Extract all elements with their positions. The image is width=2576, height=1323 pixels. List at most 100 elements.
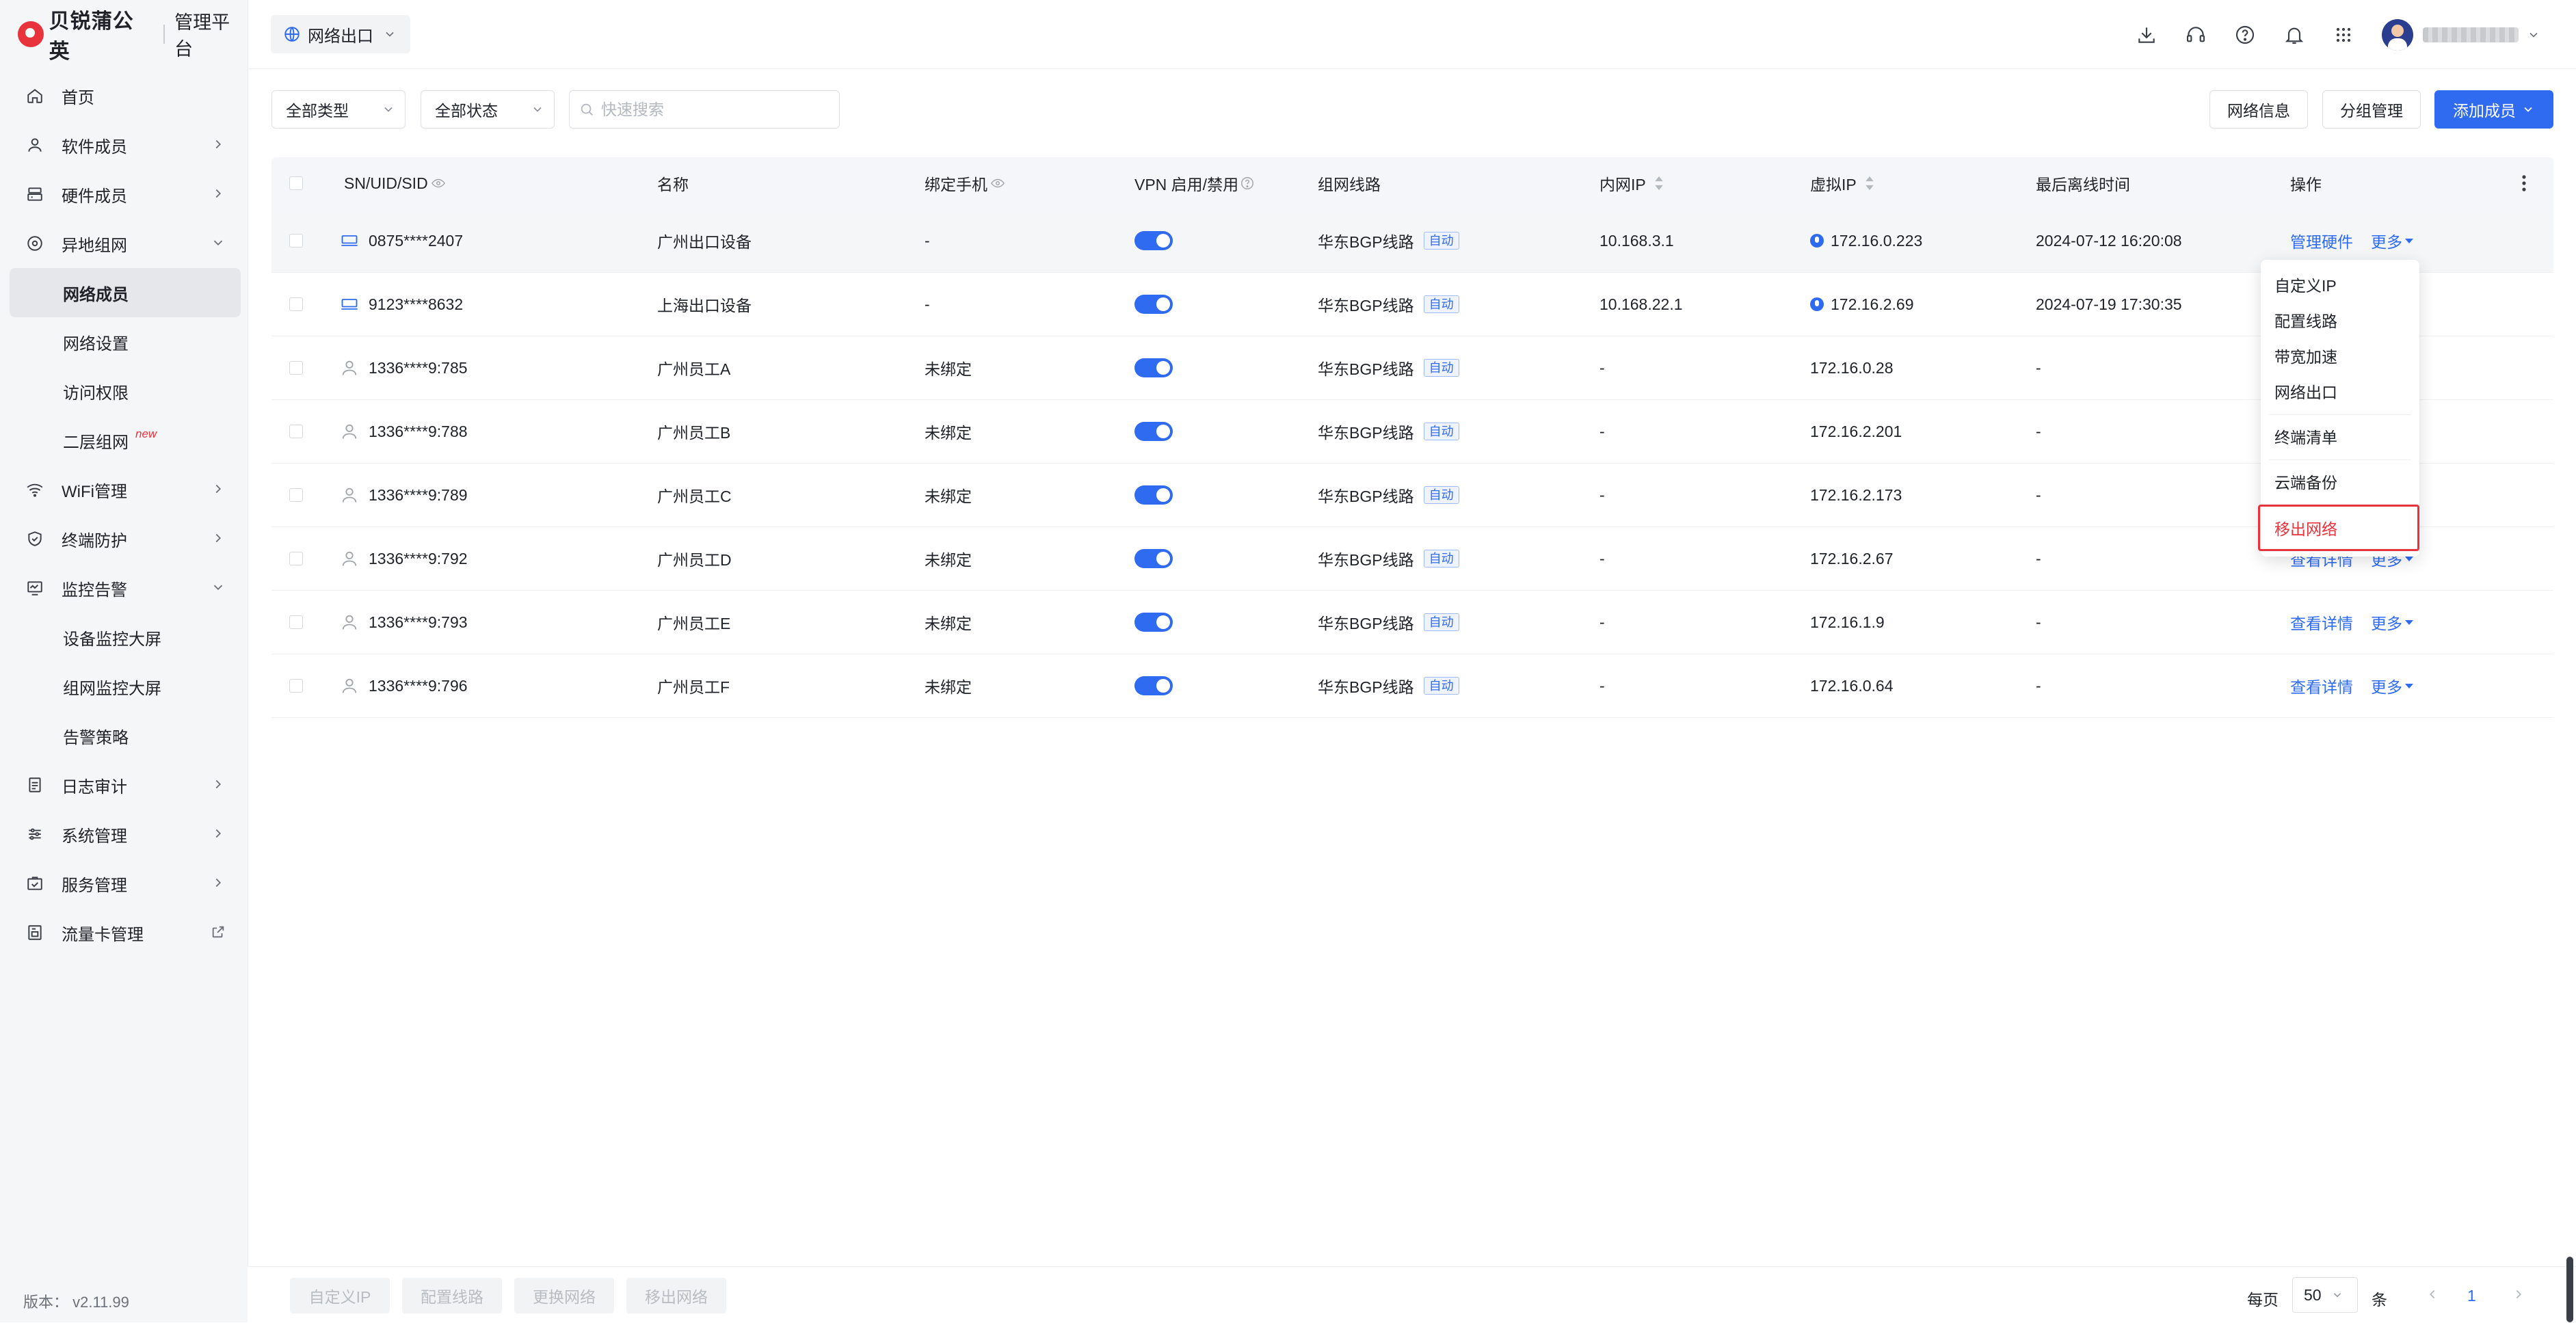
help-icon[interactable] bbox=[2231, 21, 2259, 49]
sidebar-item-monitoring[interactable]: 监控告警 bbox=[10, 563, 241, 613]
header-lan-ip[interactable]: 内网IP bbox=[1599, 157, 1665, 209]
route-name: 华东BGP线路 bbox=[1318, 678, 1414, 696]
group-manage-button[interactable]: 分组管理 bbox=[2322, 90, 2421, 129]
table-row[interactable]: 9123****8632 上海出口设备 - 华东BGP线路 自动 10.168.22.1 1… bbox=[271, 273, 2553, 336]
page-size-value: 50 bbox=[2304, 1285, 2322, 1304]
current-page-number[interactable]: 1 bbox=[2467, 1287, 2476, 1305]
menu-item-network-exit[interactable]: 网络出口 bbox=[2261, 373, 2419, 409]
chevron-down-icon[interactable] bbox=[2527, 28, 2540, 42]
row-primary-action-link[interactable]: 查看详情 bbox=[2290, 611, 2353, 634]
table-row[interactable]: 1336****9:796 广州员工F 未绑定 华东BGP线路 自动 - 172.16.0.… bbox=[271, 654, 2553, 718]
eye-icon[interactable] bbox=[990, 176, 1005, 191]
sort-icon[interactable] bbox=[1863, 174, 1876, 192]
row-primary-action-link[interactable]: 查看详情 bbox=[2290, 674, 2353, 697]
sidebar-item-wifi[interactable]: WiFi管理 bbox=[10, 465, 241, 514]
search-input[interactable] bbox=[600, 99, 828, 120]
vpn-toggle[interactable] bbox=[1134, 422, 1173, 441]
row-more-button[interactable]: 更多 bbox=[2371, 611, 2413, 634]
sidebar-item-layer2-network[interactable]: 二层组网 new bbox=[10, 416, 241, 465]
sidebar-item-access-permissions[interactable]: 访问权限 bbox=[10, 366, 241, 416]
batch-configure-route-button[interactable]: 配置线路 bbox=[402, 1278, 502, 1313]
menu-item-bandwidth-boost[interactable]: 带宽加速 bbox=[2261, 338, 2419, 373]
row-checkbox[interactable] bbox=[289, 400, 303, 463]
sidebar-item-network-monitor-screen[interactable]: 组网监控大屏 bbox=[10, 662, 241, 711]
row-checkbox[interactable] bbox=[289, 336, 303, 399]
vpn-toggle[interactable] bbox=[1134, 613, 1173, 632]
batch-remove-network-button[interactable]: 移出网络 bbox=[626, 1278, 726, 1313]
vpn-toggle[interactable] bbox=[1134, 358, 1173, 377]
menu-item-configure-route[interactable]: 配置线路 bbox=[2261, 302, 2419, 338]
table-row[interactable]: 0875****2407 广州出口设备 - 华东BGP线路 自动 10.168.3.1 17… bbox=[271, 209, 2553, 273]
sidebar-item-sim-card-management[interactable]: 流量卡管理 bbox=[10, 908, 241, 957]
vpn-toggle[interactable] bbox=[1134, 676, 1173, 695]
add-member-button[interactable]: 添加成员 bbox=[2434, 90, 2553, 129]
row-primary-action-link[interactable]: 管理硬件 bbox=[2290, 229, 2353, 252]
type-filter-select[interactable]: 全部类型 bbox=[271, 90, 406, 129]
sidebar-item-device-monitor-screen[interactable]: 设备监控大屏 bbox=[10, 613, 241, 662]
sidebar-item-alert-policy[interactable]: 告警策略 bbox=[10, 711, 241, 760]
table-row[interactable]: 1336****9:792 广州员工D 未绑定 华东BGP线路 自动 - 172.16.2.… bbox=[271, 527, 2553, 591]
vpn-toggle[interactable] bbox=[1134, 549, 1173, 568]
sidebar-item-software-members[interactable]: 软件成员 bbox=[10, 120, 241, 170]
help-icon[interactable] bbox=[1240, 176, 1255, 191]
table-row[interactable]: 1336****9:793 广州员工E 未绑定 华东BGP线路 自动 - 172.16.1.… bbox=[271, 591, 2553, 654]
column-settings-icon[interactable] bbox=[2521, 157, 2527, 209]
sidebar-item-label: 组网监控大屏 bbox=[63, 679, 161, 698]
eye-icon[interactable] bbox=[431, 176, 446, 191]
sidebar-item-endpoint-protection[interactable]: 终端防护 bbox=[10, 514, 241, 563]
row-more-button[interactable]: 更多 bbox=[2371, 229, 2413, 252]
scrollbar-thumb[interactable] bbox=[2566, 1257, 2573, 1322]
sidebar-item-system-management[interactable]: 系统管理 bbox=[10, 810, 241, 859]
status-filter-select[interactable]: 全部状态 bbox=[421, 90, 555, 129]
row-checkbox[interactable] bbox=[289, 273, 303, 336]
table-row[interactable]: 1336****9:788 广州员工B 未绑定 华东BGP线路 自动 - 172.16.2.… bbox=[271, 400, 2553, 464]
member-name: 广州员工F bbox=[657, 678, 730, 696]
sidebar-item-home[interactable]: 首页 bbox=[10, 71, 241, 120]
sidebar-item-remote-network[interactable]: 异地组网 bbox=[10, 219, 241, 268]
avatar[interactable] bbox=[2382, 19, 2413, 51]
sidebar-item-log-audit[interactable]: 日志审计 bbox=[10, 760, 241, 810]
row-checkbox[interactable] bbox=[289, 464, 303, 526]
prev-page-icon[interactable] bbox=[2425, 1287, 2440, 1302]
vpn-toggle[interactable] bbox=[1134, 231, 1173, 250]
row-checkbox[interactable] bbox=[289, 209, 303, 272]
row-more-button[interactable]: 更多 bbox=[2371, 674, 2413, 697]
route-name: 华东BGP线路 bbox=[1318, 615, 1414, 632]
sidebar-item-hardware-members[interactable]: 硬件成员 bbox=[10, 170, 241, 219]
bell-icon[interactable] bbox=[2281, 21, 2308, 49]
top-header: 网络出口 bbox=[248, 0, 2576, 69]
user-icon bbox=[340, 549, 359, 568]
menu-item-endpoint-list[interactable]: 终端清单 bbox=[2261, 418, 2419, 454]
menu-item-custom-ip[interactable]: 自定义IP bbox=[2261, 267, 2419, 302]
sidebar-item-network-members[interactable]: 网络成员 bbox=[10, 268, 241, 317]
menu-item-cloud-backup[interactable]: 云端备份 bbox=[2261, 464, 2419, 499]
vpn-toggle-cell bbox=[1134, 273, 1173, 336]
row-checkbox[interactable] bbox=[289, 591, 303, 654]
sidebar-item-service-management[interactable]: 服务管理 bbox=[10, 859, 241, 908]
sort-icon[interactable] bbox=[1653, 174, 1665, 192]
next-page-icon[interactable] bbox=[2511, 1287, 2526, 1302]
sidebar-item-network-settings[interactable]: 网络设置 bbox=[10, 317, 241, 366]
vpn-toggle[interactable] bbox=[1134, 485, 1173, 505]
download-icon[interactable] bbox=[2133, 21, 2160, 49]
route-cell: 华东BGP线路 自动 bbox=[1318, 336, 1459, 399]
table-row[interactable]: 1336****9:789 广州员工C 未绑定 华东BGP线路 自动 - 172.16.2.… bbox=[271, 464, 2553, 527]
headset-icon[interactable] bbox=[2182, 21, 2209, 49]
batch-custom-ip-button[interactable]: 自定义IP bbox=[290, 1278, 390, 1313]
user-name-redacted[interactable] bbox=[2423, 27, 2519, 42]
search-box[interactable] bbox=[569, 90, 840, 129]
vpn-toggle[interactable] bbox=[1134, 295, 1173, 314]
network-selector[interactable]: 网络出口 bbox=[271, 15, 410, 53]
table-row[interactable]: 1336****9:785 广州员工A 未绑定 华东BGP线路 自动 - 172.16.0.… bbox=[271, 336, 2553, 400]
page-size-select[interactable]: 50 bbox=[2292, 1277, 2358, 1313]
batch-change-network-button[interactable]: 更换网络 bbox=[514, 1278, 614, 1313]
apps-grid-icon[interactable] bbox=[2330, 21, 2357, 49]
menu-item-label: 终端清单 bbox=[2274, 429, 2337, 446]
row-checkbox[interactable] bbox=[289, 654, 303, 717]
row-checkbox[interactable] bbox=[289, 527, 303, 590]
header-phone: 绑定手机 bbox=[925, 157, 1005, 209]
select-all-checkbox[interactable] bbox=[289, 157, 303, 209]
header-virtual-ip[interactable]: 虚拟IP bbox=[1810, 157, 1876, 209]
network-info-button[interactable]: 网络信息 bbox=[2209, 90, 2308, 129]
bound-phone: 未绑定 bbox=[925, 424, 972, 442]
